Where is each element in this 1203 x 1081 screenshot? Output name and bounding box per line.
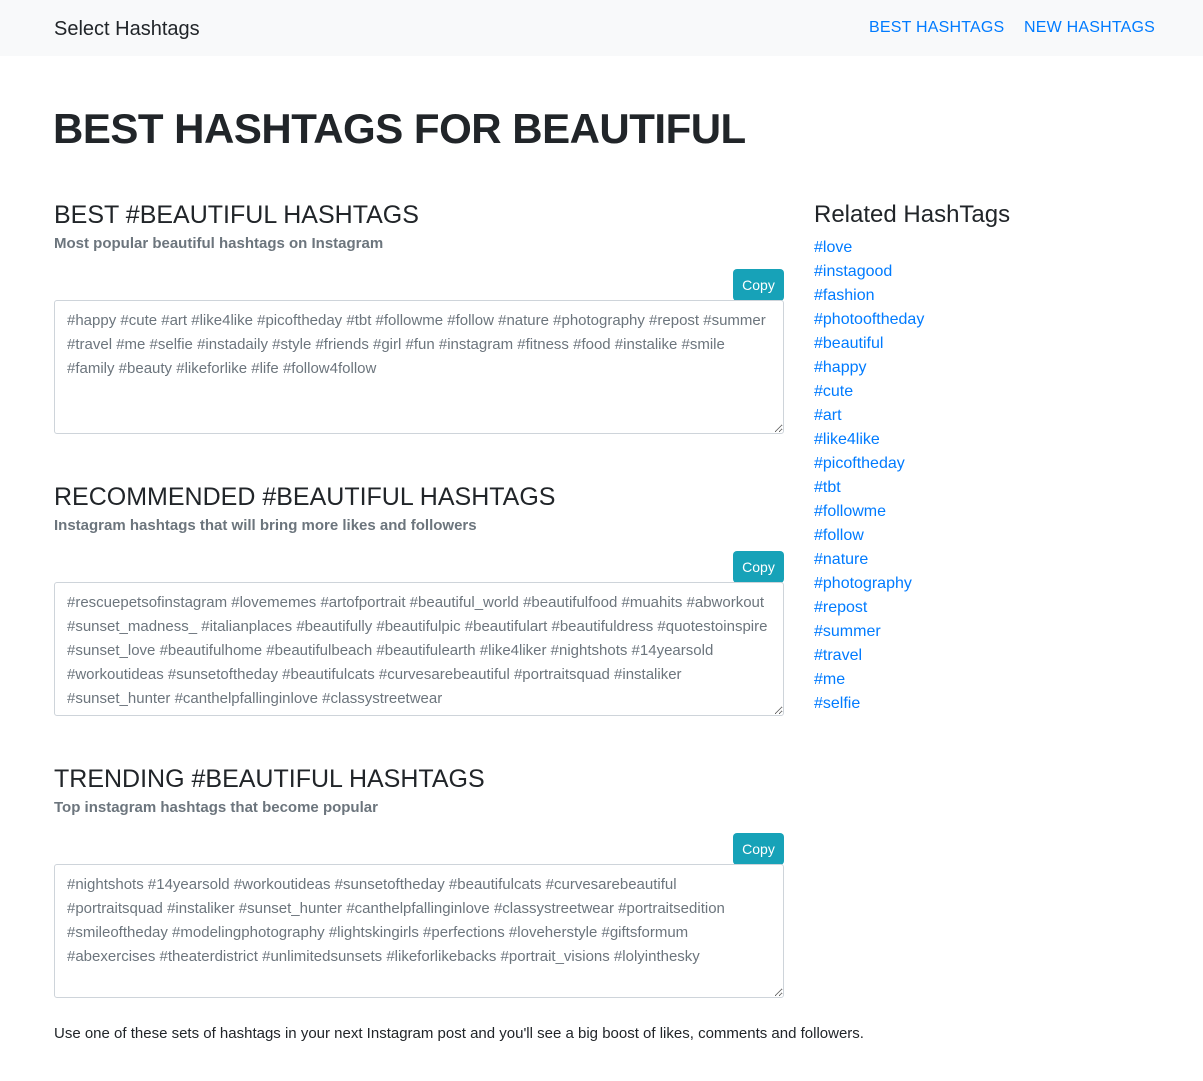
related-tag-link[interactable]: #nature — [814, 551, 868, 568]
related-tag-link[interactable]: #art — [814, 407, 842, 424]
related-tag-link[interactable]: #photography — [814, 575, 912, 592]
copy-recommended-button[interactable]: Copy — [733, 551, 784, 583]
list-item: #follow — [814, 524, 924, 548]
related-tag-link[interactable]: #followme — [814, 503, 886, 520]
best-hashtags-textarea[interactable]: #happy #cute #art #like4like #picoftheda… — [54, 300, 784, 434]
list-item: #fashion — [814, 284, 924, 308]
related-tag-link[interactable]: #selfie — [814, 695, 860, 712]
list-item: #beautiful — [814, 332, 924, 356]
copy-trending-button[interactable]: Copy — [733, 833, 784, 865]
related-tag-link[interactable]: #follow — [814, 527, 864, 544]
brand-link[interactable]: Select Hashtags — [54, 16, 200, 42]
related-tag-link[interactable]: #cute — [814, 383, 853, 400]
related-tag-link[interactable]: #photooftheday — [814, 311, 924, 328]
related-tag-link[interactable]: #like4like — [814, 431, 880, 448]
copy-best-button[interactable]: Copy — [733, 269, 784, 301]
list-item: #happy — [814, 356, 924, 380]
nav-new-hashtags[interactable]: NEW HASHTAGS — [1024, 18, 1155, 38]
related-hashtags-title: Related HashTags — [814, 201, 1011, 228]
list-item: #selfie — [814, 692, 924, 716]
related-tag-link[interactable]: #me — [814, 671, 845, 688]
footer-text: Use one of these sets of hashtags in you… — [54, 1025, 864, 1042]
list-item: #repost — [814, 596, 924, 620]
section-best-title: BEST #BEAUTIFUL HASHTAGS — [54, 201, 419, 229]
related-tag-link[interactable]: #fashion — [814, 287, 875, 304]
nav-best-hashtags[interactable]: BEST HASHTAGS — [869, 18, 1004, 38]
list-item: #photooftheday — [814, 308, 924, 332]
list-item: #me — [814, 668, 924, 692]
section-trending-title: TRENDING #BEAUTIFUL HASHTAGS — [54, 765, 485, 793]
list-item: #like4like — [814, 428, 924, 452]
related-tag-link[interactable]: #summer — [814, 623, 881, 640]
related-tag-link[interactable]: #tbt — [814, 479, 841, 496]
section-recommended-subtitle: Instagram hashtags that will bring more … — [54, 517, 477, 534]
recommended-hashtags-textarea[interactable]: #rescuepetsofinstagram #lovememes #artof… — [54, 582, 784, 716]
list-item: #followme — [814, 500, 924, 524]
list-item: #nature — [814, 548, 924, 572]
list-item: #photography — [814, 572, 924, 596]
section-recommended-title: RECOMMENDED #BEAUTIFUL HASHTAGS — [54, 483, 556, 511]
related-tag-link[interactable]: #happy — [814, 359, 867, 376]
related-tag-link[interactable]: #repost — [814, 599, 867, 616]
list-item: #picoftheday — [814, 452, 924, 476]
navbar: Select Hashtags BEST HASHTAGS NEW HASHTA… — [0, 0, 1203, 56]
list-item: #art — [814, 404, 924, 428]
list-item: #travel — [814, 644, 924, 668]
related-tag-link[interactable]: #instagood — [814, 263, 892, 280]
related-tag-link[interactable]: #picoftheday — [814, 455, 905, 472]
page-title: BEST HASHTAGS FOR BEAUTIFUL — [53, 105, 746, 152]
list-item: #instagood — [814, 260, 924, 284]
related-tag-link[interactable]: #beautiful — [814, 335, 883, 352]
list-item: #summer — [814, 620, 924, 644]
list-item: #love — [814, 236, 924, 260]
section-trending-subtitle: Top instagram hashtags that become popul… — [54, 799, 378, 816]
list-item: #tbt — [814, 476, 924, 500]
trending-hashtags-textarea[interactable]: #nightshots #14yearsold #workoutideas #s… — [54, 864, 784, 998]
section-best-subtitle: Most popular beautiful hashtags on Insta… — [54, 235, 384, 252]
list-item: #cute — [814, 380, 924, 404]
related-tag-link[interactable]: #love — [814, 239, 852, 256]
related-tag-link[interactable]: #travel — [814, 647, 862, 664]
related-hashtags-list: #love #instagood #fashion #photooftheday… — [814, 236, 924, 716]
